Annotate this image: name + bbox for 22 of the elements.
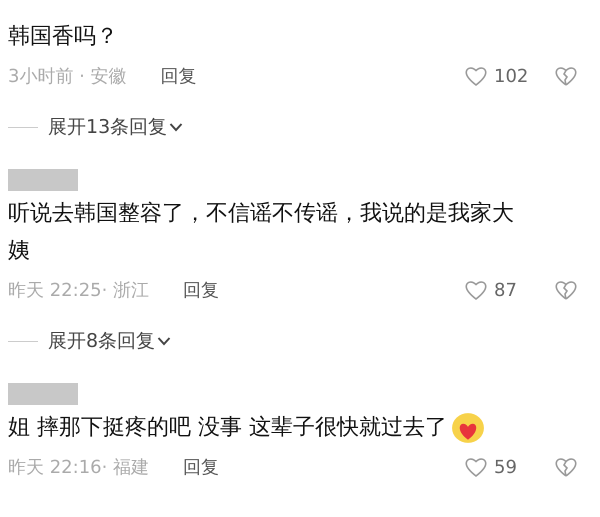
expand-replies-button[interactable]: 展开13条回复	[48, 114, 184, 140]
time-location: 3小时前 · 安徽	[8, 65, 127, 88]
heart-icon[interactable]	[464, 65, 488, 87]
like-count: 59	[494, 456, 518, 478]
comment-text: 姐 摔那下挺疼的吧 没事 这辈子很快就过去了	[8, 414, 447, 442]
broken-heart-icon[interactable]	[554, 65, 578, 87]
comment-text: 韩国香吗？	[8, 23, 118, 51]
expand-replies-button[interactable]: 展开8条回复	[48, 328, 172, 354]
time-location: 昨天 22:25· 浙江	[8, 279, 150, 302]
reply-link[interactable]: 回复	[160, 64, 197, 88]
chevron-down-icon	[157, 336, 172, 346]
reply-link[interactable]: 回复	[183, 278, 220, 302]
broken-heart-icon[interactable]	[554, 456, 578, 478]
like-count: 102	[494, 66, 530, 86]
heart-icon[interactable]	[464, 279, 488, 301]
heart-icon[interactable]	[464, 456, 488, 478]
reply-link[interactable]: 回复	[183, 455, 220, 479]
comment-text: 听说去韩国整容了，不信谣不传谣，我说的是我家大姨	[8, 200, 515, 265]
time-location: 昨天 22:16· 福建	[8, 456, 150, 479]
chevron-down-icon	[169, 122, 184, 132]
broken-heart-icon[interactable]	[554, 279, 578, 301]
like-count: 87	[494, 280, 518, 300]
